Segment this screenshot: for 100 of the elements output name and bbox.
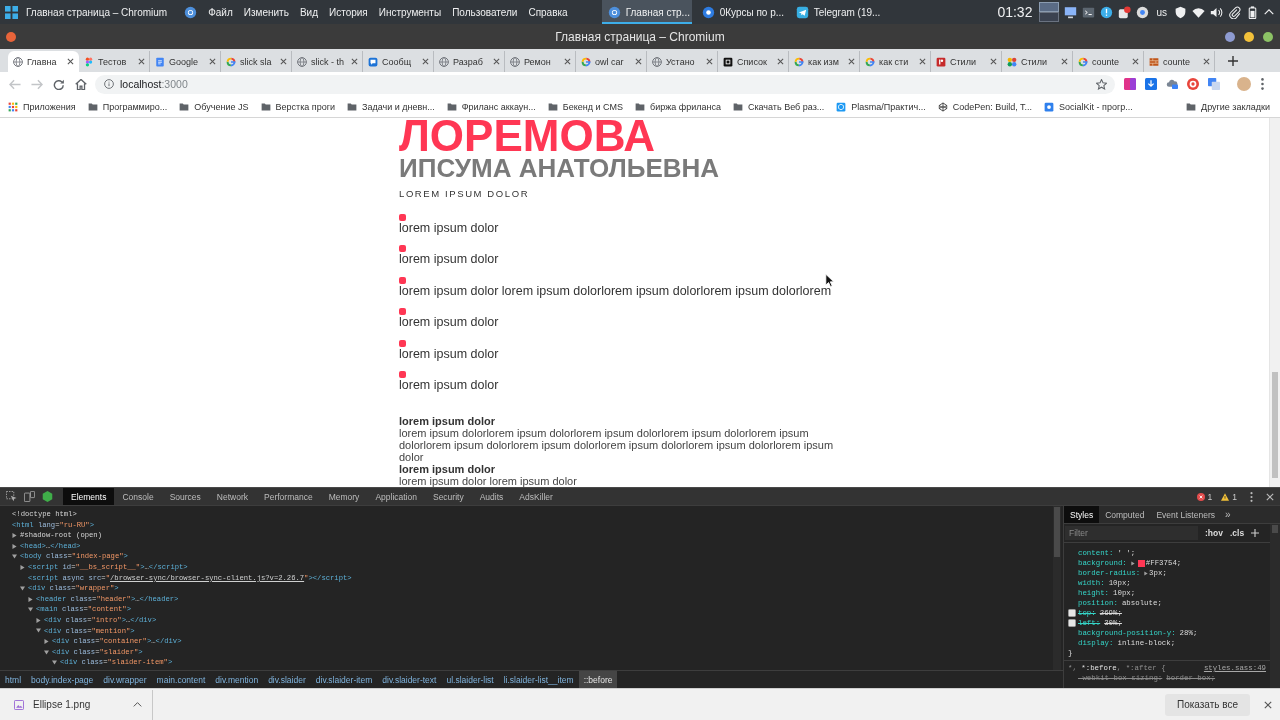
- scrollbar[interactable]: [1053, 506, 1061, 670]
- devtools-tab[interactable]: Audits: [471, 488, 512, 505]
- close-icon[interactable]: [990, 58, 997, 65]
- more-icon[interactable]: [1250, 491, 1253, 502]
- menu-icon[interactable]: [1261, 78, 1264, 90]
- devtools-tab[interactable]: AdsKiller: [511, 488, 561, 505]
- close-icon[interactable]: [777, 58, 784, 65]
- close-icon[interactable]: [493, 58, 500, 65]
- close-icon[interactable]: [564, 58, 571, 65]
- expand-triangle-icon[interactable]: [52, 660, 57, 666]
- bookmark-item[interactable]: Бекенд и CMS: [547, 101, 623, 112]
- scrollbar[interactable]: [1269, 118, 1280, 487]
- shield-icon[interactable]: [1174, 5, 1187, 19]
- styles-tab[interactable]: Styles: [1064, 506, 1100, 523]
- clock-text[interactable]: 01:32: [997, 4, 1033, 20]
- close-icon[interactable]: [209, 58, 216, 65]
- expand-triangle-icon[interactable]: [20, 585, 25, 591]
- hexagon-icon[interactable]: [42, 491, 53, 502]
- cloud-icon[interactable]: [1166, 78, 1178, 90]
- close-icon[interactable]: [848, 58, 855, 65]
- expand-triangle-icon[interactable]: [28, 607, 33, 613]
- devtools-tab[interactable]: Elements: [63, 488, 115, 505]
- breadcrumb[interactable]: div.slaider: [263, 671, 311, 688]
- info-icon[interactable]: [104, 79, 114, 89]
- window-button-icon[interactable]: [1244, 31, 1254, 42]
- breadcrumb[interactable]: div.wrapper: [98, 671, 152, 688]
- window-button-icon[interactable]: [1225, 31, 1235, 42]
- breadcrumb[interactable]: html: [0, 671, 27, 688]
- terminal-icon[interactable]: [1082, 5, 1096, 19]
- close-icon[interactable]: [706, 58, 713, 65]
- menu-item[interactable]: Инструменты: [378, 6, 442, 18]
- menu-item[interactable]: История: [329, 6, 368, 18]
- close-icon[interactable]: [422, 58, 429, 65]
- expand-triangle-icon[interactable]: [44, 638, 49, 644]
- warning-count[interactable]: 1: [1232, 491, 1237, 502]
- expand-triangle-icon[interactable]: [36, 628, 41, 634]
- scrollbar[interactable]: [1270, 524, 1280, 688]
- breadcrumb[interactable]: ul.slaider-list: [441, 671, 499, 688]
- expand-triangle-icon[interactable]: [1130, 560, 1135, 566]
- close-icon[interactable]: [1132, 58, 1139, 65]
- bookmark-item[interactable]: Фриланс аккаун...: [446, 101, 536, 112]
- taskbar-button[interactable]: Telegram (19...: [789, 0, 880, 24]
- home-icon[interactable]: [75, 78, 87, 90]
- scroll-thumb[interactable]: [1272, 525, 1278, 533]
- bookmark-item[interactable]: Программиро...: [87, 101, 168, 112]
- bookmark-item[interactable]: SocialKit - прогр...: [1044, 101, 1133, 112]
- error-count[interactable]: 1: [1207, 491, 1213, 502]
- taskbar-button[interactable]: 0Курсы по р...: [695, 0, 786, 24]
- error-icon[interactable]: [1196, 492, 1205, 501]
- bookmark-item[interactable]: Верстка проги: [260, 101, 335, 112]
- menu-item[interactable]: Вид: [299, 6, 318, 18]
- devtools-tab[interactable]: Console: [114, 488, 162, 505]
- filter-field[interactable]: Filter: [1065, 526, 1198, 540]
- menu-item[interactable]: Справка: [528, 6, 568, 18]
- expand-triangle-icon[interactable]: [1144, 570, 1149, 576]
- expand-triangle-icon[interactable]: [28, 596, 33, 602]
- menu-item[interactable]: Изменить: [243, 6, 289, 18]
- bookmark-item[interactable]: Приложения: [8, 101, 76, 112]
- devtools-tab[interactable]: Application: [367, 488, 425, 505]
- app-launcher-icon[interactable]: [5, 5, 18, 19]
- round-app-icon[interactable]: [1136, 5, 1150, 19]
- close-icon[interactable]: [635, 58, 642, 65]
- expand-triangle-icon[interactable]: [12, 533, 17, 538]
- close-icon[interactable]: [67, 58, 74, 65]
- monitor-icon[interactable]: [1064, 5, 1078, 19]
- browser-tab[interactable]: Главна: [8, 51, 79, 72]
- bookmark-item[interactable]: Другие закладки: [1186, 101, 1270, 112]
- class-toggle-button[interactable]: .cls: [1229, 528, 1245, 538]
- scroll-thumb[interactable]: [1054, 507, 1060, 557]
- battery-icon[interactable]: [1246, 5, 1259, 19]
- download-icon[interactable]: [1145, 78, 1157, 90]
- alert-icon[interactable]: [1100, 5, 1114, 19]
- paperclip-icon[interactable]: [1228, 5, 1241, 19]
- translate-icon[interactable]: [1208, 78, 1220, 90]
- show-all-button[interactable]: Показать все: [1164, 693, 1250, 716]
- breadcrumb[interactable]: div.slaider-item: [310, 671, 378, 688]
- devtools-tab[interactable]: Sources: [161, 488, 209, 505]
- reload-icon[interactable]: [53, 78, 65, 90]
- star-icon[interactable]: [1096, 78, 1107, 90]
- color-swatch-icon[interactable]: [1137, 559, 1145, 567]
- expand-triangle-icon[interactable]: [12, 543, 17, 549]
- breadcrumb[interactable]: main.content: [151, 671, 211, 688]
- wifi-icon[interactable]: [1192, 5, 1205, 19]
- breadcrumb[interactable]: li.slaider-list__item: [498, 671, 579, 688]
- close-icon[interactable]: [351, 58, 358, 65]
- scroll-thumb[interactable]: [1272, 372, 1278, 478]
- breadcrumb[interactable]: ::before: [578, 671, 618, 688]
- styles-tab[interactable]: Event Listeners: [1150, 506, 1221, 523]
- speaker-icon[interactable]: [1210, 5, 1223, 19]
- expand-triangle-icon[interactable]: [12, 554, 17, 560]
- window-menu-icon[interactable]: [6, 31, 16, 42]
- close-icon[interactable]: [280, 58, 287, 65]
- expand-triangle-icon[interactable]: [20, 564, 25, 570]
- warning-icon[interactable]: [1221, 492, 1230, 501]
- styles-tab[interactable]: Computed: [1099, 506, 1151, 523]
- bookmark-item[interactable]: Plasma/Практич...: [836, 101, 926, 112]
- bookmark-item[interactable]: Обучение JS: [179, 101, 249, 112]
- close-icon[interactable]: [1061, 58, 1068, 65]
- download-item[interactable]: Ellipse 1.png: [0, 689, 153, 720]
- workspace-pager-icon[interactable]: [1039, 2, 1060, 22]
